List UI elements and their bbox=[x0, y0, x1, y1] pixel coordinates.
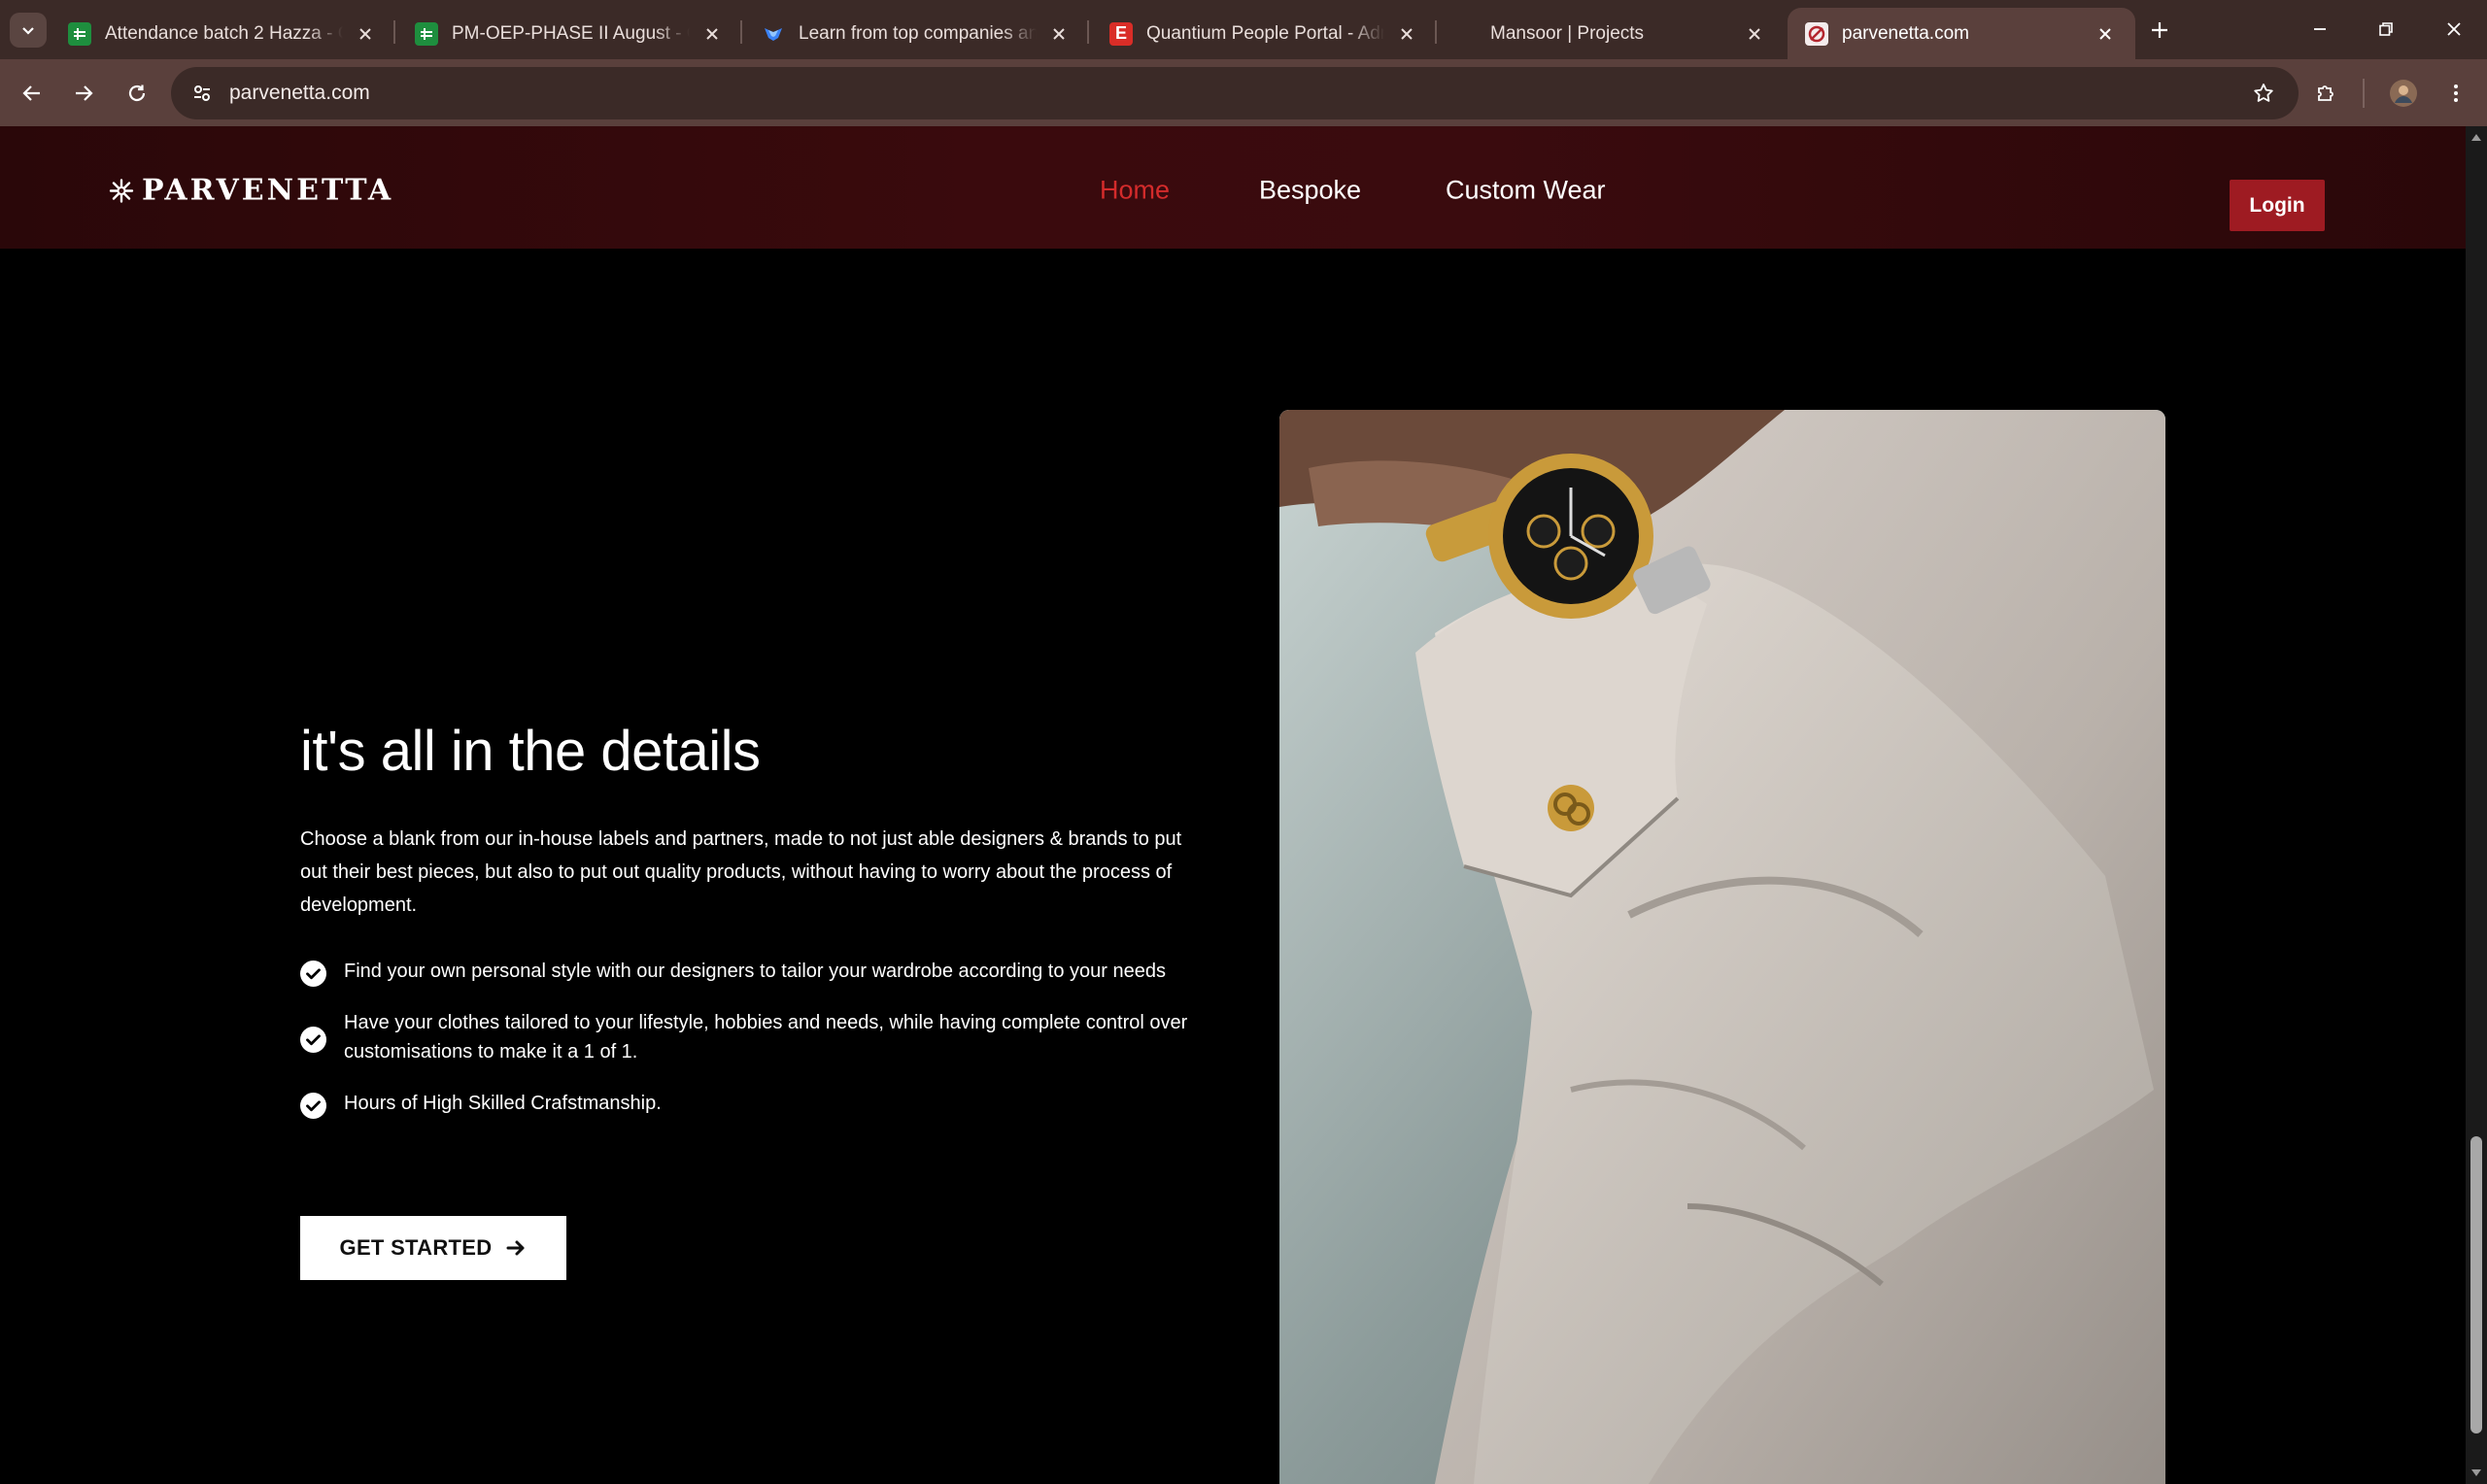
restore-icon bbox=[2379, 22, 2393, 36]
section-headline: it's all in the details bbox=[300, 720, 761, 783]
site-header: PARVENETTA Home Bespoke Custom Wear Logi… bbox=[0, 126, 2466, 249]
restore-button[interactable] bbox=[2367, 12, 2405, 47]
sheets-icon bbox=[68, 21, 91, 46]
browser-tab-5[interactable]: Mansoor | Projects bbox=[1440, 8, 1785, 59]
puzzle-icon bbox=[2318, 85, 2334, 101]
e-logo-icon: E bbox=[1109, 21, 1133, 46]
browser-menu-button[interactable] bbox=[2437, 75, 2474, 112]
scrollbar-thumb[interactable] bbox=[2470, 1136, 2482, 1433]
avatar-icon bbox=[2390, 80, 2417, 107]
bird-icon bbox=[762, 22, 785, 46]
check-circle-icon bbox=[300, 961, 326, 987]
browser-tab-4[interactable]: E Quantium People Portal - Admi bbox=[1092, 8, 1437, 59]
forward-button[interactable] bbox=[65, 75, 102, 112]
browser-tab-strip: Attendance batch 2 Hazza - Goo PM-OEP-PH… bbox=[0, 0, 2487, 59]
arrow-right-icon bbox=[76, 85, 93, 101]
feature-item: Have your clothes tailored to your lifes… bbox=[300, 1008, 1204, 1066]
url-text[interactable]: parvenetta.com bbox=[229, 82, 370, 105]
browser-tab-1[interactable]: Attendance batch 2 Hazza - Goo bbox=[51, 8, 395, 59]
close-icon[interactable] bbox=[2093, 21, 2118, 47]
hero-photo-sleeve-watch bbox=[1279, 410, 2165, 1484]
extensions-button[interactable] bbox=[2307, 75, 2344, 112]
address-bar[interactable]: parvenetta.com bbox=[171, 67, 2299, 119]
tab-title: PM-OEP-PHASE II August - Goo bbox=[452, 22, 690, 44]
site-info-icon[interactable] bbox=[185, 76, 220, 111]
plus-icon bbox=[2152, 22, 2167, 38]
kebab-menu-icon bbox=[2454, 84, 2458, 102]
feature-item: Hours of High Skilled Crafstmanship. bbox=[300, 1089, 1204, 1119]
minimize-button[interactable] bbox=[2300, 12, 2339, 47]
site-logo[interactable]: PARVENETTA bbox=[109, 174, 393, 208]
feature-list: Find your own personal style with our de… bbox=[300, 957, 1204, 1119]
browser-tab-2[interactable]: PM-OEP-PHASE II August - Goo bbox=[397, 8, 742, 59]
back-button[interactable] bbox=[14, 75, 51, 112]
close-icon[interactable] bbox=[353, 21, 378, 47]
tab-title: Mansoor | Projects bbox=[1490, 22, 1645, 44]
close-icon[interactable] bbox=[699, 21, 725, 47]
feature-text: Find your own personal style with our de… bbox=[344, 961, 1166, 982]
arrow-left-icon bbox=[22, 85, 40, 101]
sheets-icon bbox=[415, 21, 438, 46]
tab-title: parvenetta.com bbox=[1842, 22, 1969, 44]
parvenetta-icon bbox=[1805, 21, 1828, 46]
reload-button[interactable] bbox=[119, 75, 155, 112]
nav-home[interactable]: Home bbox=[1100, 176, 1170, 206]
browser-tab-6-active[interactable]: parvenetta.com bbox=[1788, 8, 2135, 59]
chevron-down-icon bbox=[22, 27, 34, 35]
reload-icon bbox=[128, 84, 146, 102]
scroll-down-icon[interactable] bbox=[2471, 1469, 2481, 1476]
new-tab-button[interactable] bbox=[2143, 14, 2176, 47]
arrow-right-icon bbox=[506, 1240, 525, 1256]
nav-custom-wear[interactable]: Custom Wear bbox=[1446, 176, 1606, 206]
close-window-button[interactable] bbox=[2435, 12, 2473, 47]
check-circle-icon bbox=[300, 1027, 326, 1053]
close-icon[interactable] bbox=[1742, 21, 1767, 47]
page-scrollbar[interactable] bbox=[2466, 126, 2487, 1484]
close-icon[interactable] bbox=[1046, 21, 1072, 47]
snowflake-logo-icon bbox=[109, 178, 134, 203]
cta-label: GET STARTED bbox=[339, 1235, 493, 1260]
browser-toolbar: parvenetta.com bbox=[0, 59, 2487, 126]
logo-text: PARVENETTA bbox=[142, 173, 394, 208]
browser-tab-3[interactable]: Learn from top companies and bbox=[744, 8, 1089, 59]
tab-title: Quantium People Portal - Admi bbox=[1146, 22, 1384, 44]
profile-avatar[interactable] bbox=[2385, 75, 2422, 112]
nav-bespoke[interactable]: Bespoke bbox=[1259, 176, 1361, 206]
minimize-icon bbox=[2314, 28, 2326, 30]
close-icon bbox=[2447, 22, 2461, 36]
feature-item: Find your own personal style with our de… bbox=[300, 957, 1204, 987]
tab-title: Attendance batch 2 Hazza - Goo bbox=[105, 22, 343, 44]
page-viewport: PARVENETTA Home Bespoke Custom Wear Logi… bbox=[0, 126, 2466, 1484]
check-circle-icon bbox=[300, 1093, 326, 1119]
feature-text: Hours of High Skilled Crafstmanship. bbox=[344, 1093, 662, 1114]
login-button[interactable]: Login bbox=[2230, 180, 2325, 231]
close-icon[interactable] bbox=[1394, 21, 1419, 47]
tab-title: Learn from top companies and bbox=[799, 22, 1037, 44]
tab-search-button[interactable] bbox=[10, 13, 47, 48]
feature-text: Have your clothes tailored to your lifes… bbox=[344, 1012, 1188, 1062]
intro-paragraph: Choose a blank from our in-house labels … bbox=[300, 828, 1182, 916]
get-started-button[interactable]: GET STARTED bbox=[300, 1216, 566, 1280]
scroll-up-icon[interactable] bbox=[2471, 134, 2481, 141]
bookmark-star-icon[interactable] bbox=[2246, 76, 2281, 111]
photo-illustration bbox=[1279, 410, 2165, 1484]
